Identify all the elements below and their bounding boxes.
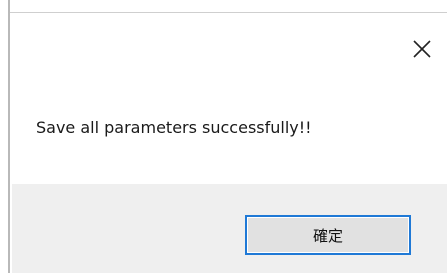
message-dialog: Save all parameters successfully!! 確定 (0, 0, 447, 273)
close-icon (413, 40, 431, 58)
dialog-titlebar (12, 14, 447, 66)
dialog-top-edge (0, 0, 447, 13)
close-button[interactable] (409, 36, 435, 62)
dialog-left-edge (0, 0, 10, 273)
dialog-footer: 確定 (12, 184, 447, 273)
ok-button[interactable]: 確定 (245, 215, 411, 255)
dialog-message: Save all parameters successfully!! (36, 118, 312, 137)
dialog-content: Save all parameters successfully!! (12, 66, 447, 184)
ok-button-label: 確定 (247, 217, 409, 253)
